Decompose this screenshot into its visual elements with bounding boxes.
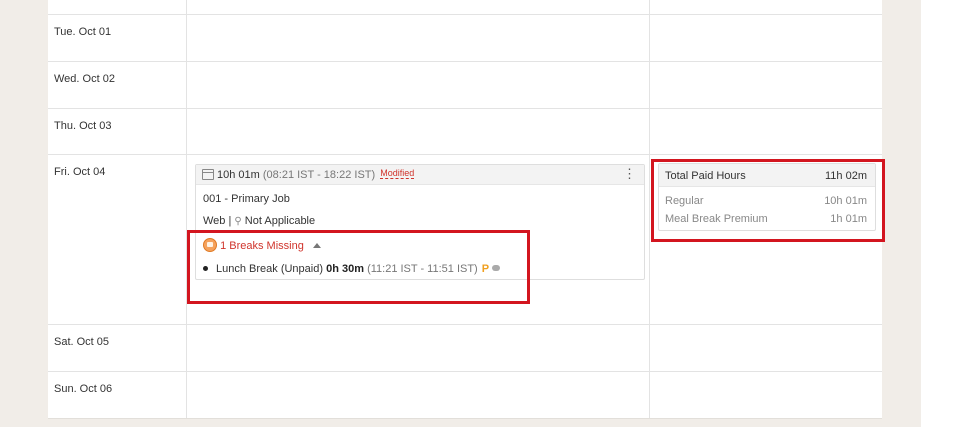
day-row: Sun. Oct 06 <box>48 371 882 419</box>
day-label: Tue. Oct 01 <box>54 26 112 38</box>
kebab-menu-icon[interactable]: ⋮ <box>623 167 636 180</box>
entry-summary: 10h 01m (08:21 IST - 18:22 IST) Modified <box>217 168 415 181</box>
right-panel <box>921 0 975 427</box>
highlight-hours-box <box>651 159 885 242</box>
calendar-icon <box>202 169 214 180</box>
day-row: Sat. Oct 05 <box>48 324 882 372</box>
day-row: Thu. Oct 03 <box>48 108 882 155</box>
entry-location: Not Applicable <box>244 215 316 227</box>
entry-source-row: Web | ⚲ Not Applicable <box>203 215 315 227</box>
day-label: Wed. Oct 02 <box>54 73 115 85</box>
entry-source: Web | <box>203 215 232 227</box>
day-label: Sun. Oct 06 <box>54 383 113 395</box>
day-label: Sat. Oct 05 <box>54 336 110 348</box>
location-pin-icon: ⚲ <box>234 216 242 227</box>
entry-time-range: (08:21 IST - 18:22 IST) <box>262 169 376 181</box>
day-row: Tue. Oct 01 <box>48 14 882 62</box>
day-label: Thu. Oct 03 <box>54 120 112 132</box>
highlight-breaks-box <box>187 230 530 304</box>
job-name: 001 - Primary Job <box>203 193 290 205</box>
day-row: Wed. Oct 02 <box>48 61 882 109</box>
modified-badge[interactable]: Modified <box>380 168 415 179</box>
day-label: Fri. Oct 04 <box>54 166 106 178</box>
time-entry-header: 10h 01m (08:21 IST - 18:22 IST) Modified… <box>196 165 644 185</box>
entry-duration: 10h 01m <box>217 169 260 181</box>
